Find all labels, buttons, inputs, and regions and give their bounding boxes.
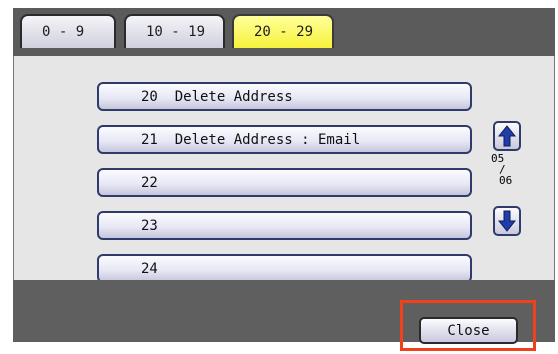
arrow-up-icon (498, 125, 516, 147)
page-indicator: 05 / 06 (491, 153, 523, 186)
scroll-down-button[interactable] (493, 206, 521, 236)
tab-0-9[interactable]: 0 - 9 (20, 14, 116, 48)
arrow-down-icon (498, 210, 516, 232)
address-row-label: 21 Delete Address : Email (141, 131, 361, 148)
address-row-label: 22 (141, 174, 158, 191)
app-window: 0 - 9 10 - 19 20 - 29 20 Delete Address … (0, 0, 558, 354)
address-row-21[interactable]: 21 Delete Address : Email (97, 125, 472, 154)
address-row-20[interactable]: 20 Delete Address (97, 82, 472, 111)
address-row-24[interactable]: 24 (97, 254, 472, 283)
address-row-label: 24 (141, 260, 158, 277)
tab-20-29[interactable]: 20 - 29 (232, 14, 334, 48)
address-row-22[interactable]: 22 (97, 168, 472, 197)
address-row-23[interactable]: 23 (97, 211, 472, 240)
address-row-label: 20 Delete Address (141, 88, 293, 105)
highlight-box (400, 300, 536, 351)
address-row-label: 23 (141, 217, 158, 234)
page-current: 05 (491, 152, 505, 165)
scroll-up-button[interactable] (493, 121, 521, 151)
tab-10-19[interactable]: 10 - 19 (124, 14, 225, 48)
page-total: 06 (499, 174, 513, 187)
